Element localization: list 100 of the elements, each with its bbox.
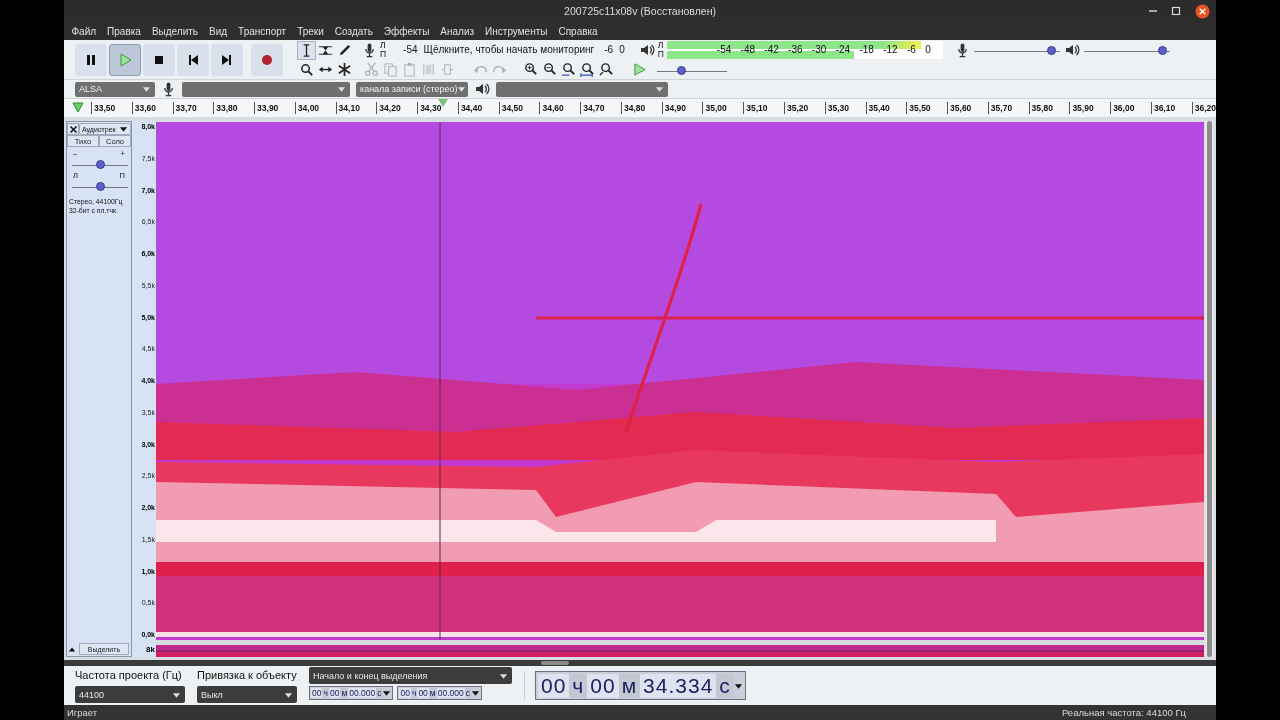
skip-to-start-button[interactable] bbox=[177, 43, 209, 76]
recording-meter[interactable]: -54 Щёлкните, чтобы начать мониторинг -6 0 bbox=[403, 44, 625, 55]
caret-icon bbox=[499, 671, 508, 680]
recording-volume-slider[interactable] bbox=[973, 44, 1060, 55]
caret-icon bbox=[172, 690, 181, 699]
slider-thumb[interactable] bbox=[1158, 46, 1168, 55]
audio-position-field[interactable]: 00 ч 00 м 34.334 с bbox=[535, 671, 746, 700]
recording-device-dropdown[interactable] bbox=[182, 81, 350, 97]
slider-thumb[interactable] bbox=[677, 66, 687, 75]
stop-button[interactable] bbox=[143, 43, 175, 76]
zoom-fit-icon bbox=[561, 62, 576, 77]
channel-label: П bbox=[657, 49, 664, 59]
timeline-ruler[interactable]: 33,50 33,60 33,70 33,80 33,90 34,00 34,10 34,20 34,30 34,40 34,50 34,60 34,70 34,80 34,90 35,00 35,10 35,20 35,30 35,40 35,50 35,60 35,70 35,80 35,90 36,00 36,10 36,20 bbox=[64, 98, 1216, 117]
ruler-label: 35,60 bbox=[947, 102, 988, 114]
pencil-icon bbox=[337, 42, 352, 58]
menu-item[interactable]: Инструменты bbox=[479, 25, 553, 37]
slider-thumb[interactable] bbox=[95, 160, 105, 169]
zoom-toggle-icon bbox=[599, 62, 614, 77]
snap-dropdown[interactable]: Выкл bbox=[197, 686, 297, 703]
meter-scale-label: -12 bbox=[883, 43, 898, 56]
selection-mode-dropdown[interactable]: Начало и конец выделения bbox=[309, 667, 512, 684]
meter-scale-label: -54 bbox=[716, 43, 732, 56]
project-rate-label: Частота проекта (Гц) bbox=[75, 668, 183, 682]
meter-scale-label: -18 bbox=[859, 43, 874, 56]
ruler-label: 34,10 bbox=[335, 102, 377, 114]
ruler-label: 35,30 bbox=[824, 102, 866, 114]
ruler-label: 35,20 bbox=[784, 102, 825, 114]
play-speed-slider[interactable] bbox=[657, 64, 727, 75]
menu-item[interactable]: Вид bbox=[203, 25, 233, 37]
ruler-label: 33,90 bbox=[254, 102, 295, 114]
triangle-up-icon bbox=[68, 645, 76, 653]
ruler-label: 34,20 bbox=[376, 102, 418, 114]
magnifier-icon bbox=[299, 61, 314, 77]
ruler-label: 33,60 bbox=[131, 102, 173, 114]
ruler-label: 34,50 bbox=[498, 102, 540, 114]
meter-scale-label: -36 bbox=[788, 43, 803, 56]
zoom-toggle-button[interactable] bbox=[597, 60, 616, 79]
playback-device-dropdown[interactable] bbox=[496, 81, 668, 97]
menu-item[interactable]: Эффекты bbox=[378, 25, 435, 37]
caret-icon bbox=[284, 690, 293, 699]
caret-icon bbox=[142, 85, 151, 93]
maximize-icon bbox=[1169, 4, 1183, 18]
channel-label: Л bbox=[380, 40, 387, 50]
microphone-icon bbox=[362, 41, 377, 58]
meter-scale-label: -30 bbox=[811, 43, 827, 56]
ruler-label: 33,80 bbox=[213, 102, 255, 114]
status-text: Играет bbox=[67, 707, 98, 718]
menu-item[interactable]: Создать bbox=[329, 25, 379, 37]
menu-item[interactable]: Правка bbox=[101, 25, 147, 37]
pan-slider[interactable] bbox=[72, 180, 128, 191]
ruler-label: 34,00 bbox=[294, 102, 336, 114]
frequency-label: 8k bbox=[146, 645, 156, 655]
channel-label: П bbox=[380, 49, 387, 59]
fit-selection-button[interactable] bbox=[559, 60, 578, 79]
ruler-label: 35,10 bbox=[743, 102, 784, 114]
close-icon bbox=[1195, 3, 1210, 19]
horizontal-scrollbar[interactable] bbox=[64, 660, 1216, 666]
slider-thumb[interactable] bbox=[95, 182, 105, 191]
ruler-label: 35,50 bbox=[906, 102, 948, 114]
menu-item[interactable]: Анализ bbox=[434, 25, 480, 37]
close-icon bbox=[68, 124, 78, 134]
speaker-icon bbox=[474, 81, 490, 97]
microphone-icon bbox=[161, 81, 176, 97]
playback-volume-slider[interactable] bbox=[1083, 44, 1170, 55]
project-rate-dropdown[interactable]: 44100 bbox=[75, 686, 185, 703]
fit-project-button[interactable] bbox=[578, 60, 597, 79]
selection-end-field[interactable]: 00 ч 00 м 00.000 с bbox=[397, 686, 482, 700]
ruler-label: 35,70 bbox=[987, 102, 1029, 114]
menu-item[interactable]: Транспорт bbox=[232, 25, 292, 37]
record-button[interactable] bbox=[251, 43, 283, 76]
menu-item[interactable]: Справка bbox=[552, 25, 604, 37]
meter-scale-label: -24 bbox=[835, 43, 851, 56]
meter-scale-label: -42 bbox=[764, 43, 779, 56]
zoom-in-icon bbox=[523, 62, 538, 77]
caret-icon bbox=[337, 85, 346, 93]
menu-item[interactable]: Выделить bbox=[146, 25, 204, 37]
ruler-label: 34,60 bbox=[539, 102, 581, 114]
skip-to-end-button[interactable] bbox=[211, 43, 243, 76]
minimize-icon bbox=[1149, 10, 1157, 12]
vertical-scrollbar[interactable] bbox=[1205, 121, 1214, 657]
ruler-label: 36,10 bbox=[1150, 102, 1192, 114]
selection-start-field[interactable]: 00 ч 00 м 00.000 с bbox=[309, 686, 394, 700]
ruler-label: 34,80 bbox=[620, 102, 662, 114]
ruler-label: 34,70 bbox=[580, 102, 621, 114]
caret-icon bbox=[733, 681, 743, 690]
gain-slider[interactable] bbox=[72, 158, 128, 169]
snap-label: Привязка к объекту bbox=[197, 668, 297, 682]
menu-item[interactable]: Файл bbox=[66, 25, 102, 37]
menu-item[interactable]: Треки bbox=[291, 25, 330, 37]
pause-button[interactable] bbox=[75, 43, 107, 76]
meter-scale-label: -48 bbox=[740, 43, 755, 56]
meter-scale-label: 0 bbox=[925, 43, 931, 56]
ruler-label: 36,00 bbox=[1110, 102, 1151, 114]
asterisk-icon bbox=[337, 61, 352, 77]
slider-thumb[interactable] bbox=[1046, 46, 1056, 55]
caret-icon bbox=[457, 85, 467, 93]
selection-tool[interactable] bbox=[297, 40, 316, 60]
caret-icon bbox=[655, 85, 664, 93]
zoom-out-icon bbox=[542, 62, 557, 77]
window-title: 200725c11x08v (Восстановлен) bbox=[564, 5, 716, 17]
